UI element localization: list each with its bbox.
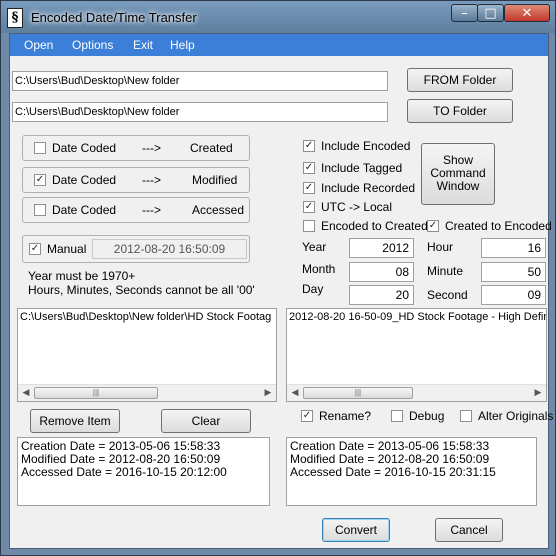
show-command-line3: Window: [436, 179, 480, 193]
utc-local-checkbox[interactable]: ✓: [303, 201, 315, 213]
from-folder-input[interactable]: C:\Users\Bud\Desktop\New folder: [12, 71, 388, 91]
scroll-left-icon[interactable]: ◀: [19, 387, 33, 398]
menu-exit[interactable]: Exit: [133, 38, 153, 52]
source-list-scrollbar[interactable]: ◀ ||| ▶: [18, 384, 276, 401]
source-file-list[interactable]: C:\Users\Bud\Desktop\New folder\HD Stock…: [17, 308, 277, 402]
encoded-to-created-label: Encoded to Created: [321, 219, 428, 233]
scroll-thumb[interactable]: |||: [303, 387, 413, 399]
scroll-right-icon[interactable]: ▶: [261, 387, 275, 398]
from-folder-button[interactable]: FROM Folder: [407, 68, 513, 92]
maximize-button[interactable]: □: [477, 4, 504, 22]
menu-bar: Open Options Exit Help: [10, 34, 548, 56]
renamed-list-scrollbar[interactable]: ◀ ||| ▶: [287, 384, 546, 401]
day-label: Day: [302, 282, 324, 296]
encoded-to-created-checkbox[interactable]: [303, 220, 315, 232]
second-field[interactable]: 09: [481, 285, 546, 305]
mapping-modified-arrow: --->: [142, 173, 161, 187]
mapping-created-arrow: --->: [142, 141, 161, 155]
menu-options[interactable]: Options: [72, 38, 113, 52]
menu-help[interactable]: Help: [170, 38, 195, 52]
manual-checkbox[interactable]: ✓: [29, 243, 41, 255]
minimize-button[interactable]: –: [451, 4, 478, 22]
menu-open[interactable]: Open: [24, 38, 53, 52]
scroll-left-icon[interactable]: ◀: [288, 387, 302, 398]
mapping-created-checkbox[interactable]: [34, 142, 46, 154]
hour-label: Hour: [427, 240, 454, 254]
include-encoded-label: Include Encoded: [321, 139, 411, 153]
include-recorded-label: Include Recorded: [321, 181, 416, 195]
mapping-modified-checkbox[interactable]: ✓: [34, 174, 46, 186]
show-command-window-button[interactable]: Show Command Window: [421, 143, 495, 205]
month-field[interactable]: 08: [349, 262, 414, 282]
second-label: Second: [427, 288, 468, 302]
mapping-accessed-group: Date Coded ---> Accessed: [22, 197, 250, 223]
include-recorded-checkbox[interactable]: ✓: [303, 182, 315, 194]
mapping-created-label: Date Coded: [52, 141, 117, 155]
title-bar[interactable]: § Encoded Date/Time Transfer – □ ✕: [1, 1, 555, 33]
mapping-modified-target: Modified: [192, 173, 238, 187]
mapping-accessed-target: Accessed: [192, 203, 245, 217]
mapping-accessed-checkbox[interactable]: [34, 204, 46, 216]
manual-label: Manual: [47, 242, 87, 256]
year-field[interactable]: 2012: [349, 238, 414, 258]
minute-label: Minute: [427, 264, 464, 278]
scroll-right-icon[interactable]: ▶: [531, 387, 545, 398]
include-encoded-checkbox[interactable]: ✓: [303, 140, 315, 152]
rename-label: Rename?: [319, 409, 372, 423]
utc-local-label: UTC -> Local: [321, 200, 393, 214]
manual-datetime-field[interactable]: 2012-08-20 16:50:09: [92, 239, 247, 259]
created-to-encoded-label: Created to Encoded: [445, 219, 552, 233]
to-folder-button[interactable]: TO Folder: [407, 99, 513, 123]
mapping-accessed-arrow: --->: [142, 203, 161, 217]
mapping-created-target: Created: [190, 141, 233, 155]
mapping-modified-group: ✓ Date Coded ---> Modified: [22, 167, 250, 193]
source-accessed-date: Accessed Date = 2016-10-15 20:12:00: [21, 465, 227, 479]
hour-field[interactable]: 16: [481, 238, 546, 258]
mapping-created-group: Date Coded ---> Created: [22, 135, 250, 161]
include-tagged-label: Include Tagged: [321, 161, 403, 175]
source-file-item[interactable]: C:\Users\Bud\Desktop\New folder\HD Stock…: [20, 311, 271, 323]
scroll-thumb[interactable]: |||: [34, 387, 158, 399]
app-window: § Encoded Date/Time Transfer – □ ✕ Open …: [0, 0, 556, 556]
debug-label: Debug: [409, 409, 445, 423]
remove-item-button[interactable]: Remove Item: [30, 409, 120, 433]
time-note: Hours, Minutes, Seconds cannot be all '0…: [28, 283, 255, 297]
convert-button[interactable]: Convert: [322, 518, 390, 542]
mapping-accessed-label: Date Coded: [52, 203, 117, 217]
target-info-box[interactable]: Creation Date = 2013-05-06 15:58:33 Modi…: [286, 437, 537, 506]
cancel-button[interactable]: Cancel: [435, 518, 503, 542]
debug-checkbox[interactable]: [391, 410, 403, 422]
created-to-encoded-checkbox[interactable]: ✓: [427, 220, 439, 232]
include-tagged-checkbox[interactable]: ✓: [303, 162, 315, 174]
window-title: Encoded Date/Time Transfer: [31, 10, 197, 25]
rename-checkbox[interactable]: ✓: [301, 410, 313, 422]
target-accessed-date: Accessed Date = 2016-10-15 20:31:15: [290, 465, 496, 479]
year-note: Year must be 1970+: [28, 269, 136, 283]
renamed-file-item[interactable]: 2012-08-20 16-50-09_HD Stock Footage - H…: [289, 311, 546, 323]
to-folder-input[interactable]: C:\Users\Bud\Desktop\New folder: [12, 102, 388, 122]
mapping-modified-label: Date Coded: [52, 173, 117, 187]
clear-button[interactable]: Clear: [161, 409, 251, 433]
day-field[interactable]: 20: [349, 285, 414, 305]
app-icon[interactable]: §: [7, 8, 23, 28]
minute-field[interactable]: 50: [481, 262, 546, 282]
renamed-file-list[interactable]: 2012-08-20 16-50-09_HD Stock Footage - H…: [286, 308, 547, 402]
client-area: Open Options Exit Help C:\Users\Bud\Desk…: [9, 33, 553, 549]
month-label: Month: [302, 262, 336, 276]
alter-originals-checkbox[interactable]: [460, 410, 472, 422]
source-info-box[interactable]: Creation Date = 2013-05-06 15:58:33 Modi…: [17, 437, 270, 506]
close-button[interactable]: ✕: [504, 4, 550, 22]
year-label: Year: [302, 240, 327, 254]
manual-group: ✓ Manual 2012-08-20 16:50:09: [22, 235, 250, 263]
alter-originals-label: Alter Originals: [478, 409, 554, 423]
